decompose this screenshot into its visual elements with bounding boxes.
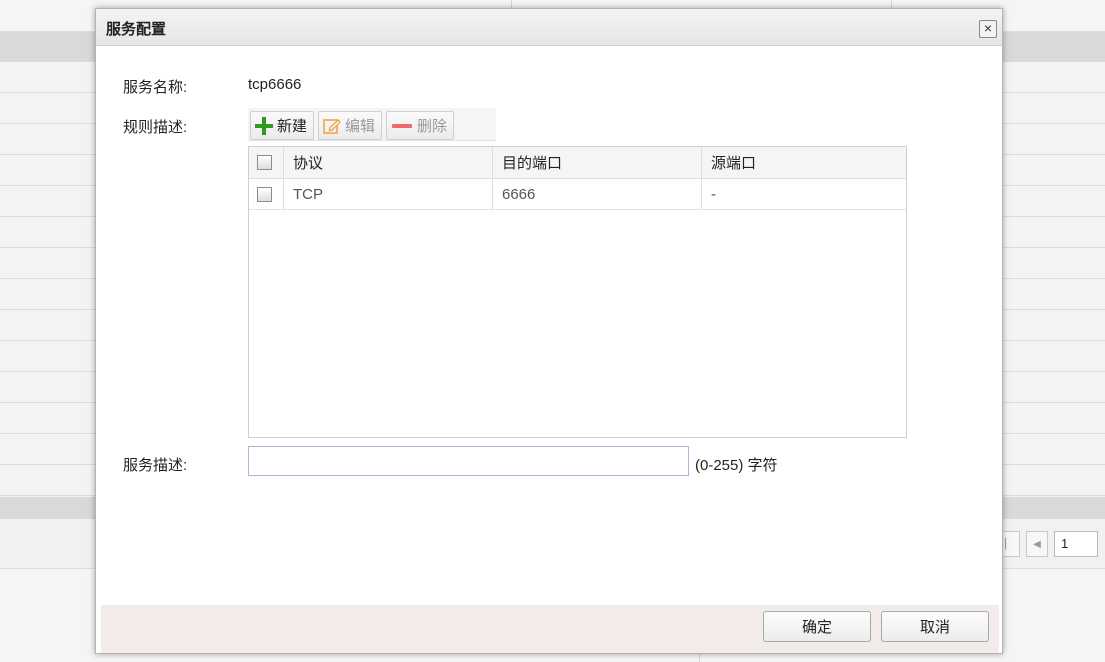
grid-header: 协议 目的端口 源端口 [249, 147, 906, 179]
column-header-src-port[interactable]: 源端口 [701, 147, 906, 178]
edit-icon [323, 117, 341, 135]
pager-page-input[interactable]: 1 [1054, 531, 1098, 557]
table-row[interactable]: TCP 6666 - [249, 179, 906, 210]
service-desc-hint: (0-255) 字符 [695, 457, 778, 474]
edit-rule-button[interactable]: 编辑 [318, 111, 383, 140]
column-header-dst-port[interactable]: 目的端口 [492, 147, 701, 178]
new-rule-label: 新建 [277, 118, 308, 135]
rules-toolbar: 新建 编辑 删除 [248, 108, 496, 141]
service-name-label: 服务名称: [123, 79, 188, 96]
cell-dst-port: 6666 [492, 179, 701, 209]
cell-protocol: TCP [283, 179, 492, 209]
add-icon [255, 116, 273, 135]
delete-rule-label: 删除 [417, 118, 448, 135]
minus-icon [391, 117, 413, 135]
dialog-body: 服务名称: tcp6666 规则描述: 新建 编辑 删除 协议 目的端口 源端口… [101, 46, 999, 605]
row-select-cell [257, 179, 277, 209]
ok-button[interactable]: 确定 [763, 611, 871, 642]
rules-grid: 协议 目的端口 源端口 TCP 6666 - [248, 146, 907, 438]
close-icon[interactable]: × [979, 20, 997, 38]
edit-rule-label: 编辑 [345, 118, 376, 135]
select-all-checkbox[interactable] [257, 155, 272, 170]
service-desc-label: 服务描述: [123, 457, 188, 474]
rules-label: 规则描述: [123, 119, 188, 136]
background-pager: ▏ ◀ 1 [998, 530, 1098, 558]
service-config-dialog: 服务配置 × 服务名称: tcp6666 规则描述: 新建 编辑 删除 协议 目… [95, 8, 1003, 654]
select-all-cell [257, 147, 277, 178]
row-checkbox[interactable] [257, 186, 272, 202]
cancel-button[interactable]: 取消 [881, 611, 989, 642]
service-desc-input[interactable] [248, 446, 689, 476]
service-name-value: tcp6666 [248, 76, 302, 93]
column-header-protocol[interactable]: 协议 [283, 147, 492, 178]
dialog-header[interactable]: 服务配置 × [96, 9, 1002, 46]
dialog-title: 服务配置 [106, 21, 167, 38]
new-rule-button[interactable]: 新建 [250, 111, 315, 140]
delete-rule-button[interactable]: 删除 [386, 111, 455, 140]
cell-src-port: - [701, 179, 906, 209]
pager-prev-button[interactable]: ◀ [1026, 531, 1048, 557]
dialog-footer: 确定 取消 [101, 605, 999, 653]
